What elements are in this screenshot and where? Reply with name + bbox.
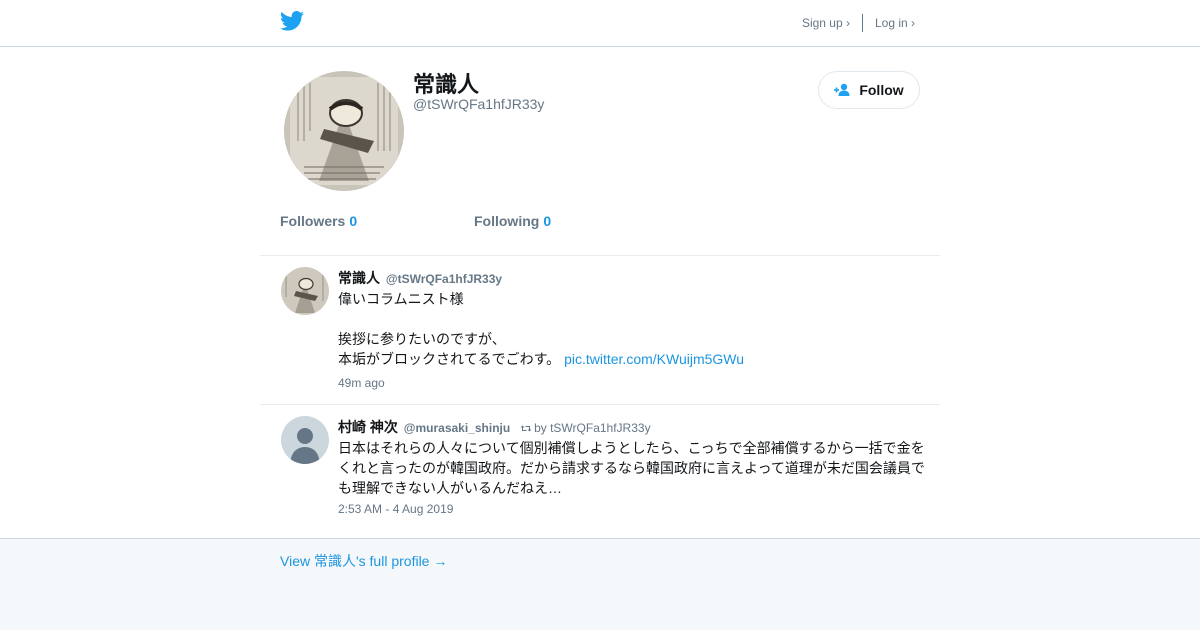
followers-label: Followers [280,213,346,229]
tweet-header: 常識人 @tSWrQFa1hfJR33y [338,268,502,288]
footer-divider [0,538,1200,539]
profile-avatar[interactable] [284,71,404,191]
tweet-text-line: 挨拶に参りたいのですが、 [338,331,506,347]
retweet-icon [520,425,532,432]
profile-card: 常識人 @tSWrQFa1hfJR33y Follow Followers 0 F… [0,47,1200,538]
tweet-item[interactable]: 常識人 @tSWrQFa1hfJR33y 偉いコラムニスト様 挨拶に参りたいので… [260,256,940,404]
login-link[interactable]: Log in › [875,16,915,30]
profile-name: 常識人 [413,72,480,97]
tweet-avatar[interactable] [281,267,329,315]
follow-button[interactable]: Follow [818,71,920,109]
twitter-bird-icon[interactable] [280,11,304,31]
tweet-text: 偉いコラムニスト様 挨拶に参りたいのですが、 本垢がブロックされてるでごわす。 … [338,289,930,369]
view-full-profile-link[interactable]: View 常識人's full profile → [280,551,447,571]
tweet-author-name[interactable]: 常識人 [338,270,380,286]
tweet-author-handle[interactable]: @murasaki_shinju [404,421,510,435]
followers-stat[interactable]: Followers 0 [280,213,357,229]
follow-button-label: Follow [859,82,904,98]
signup-link[interactable]: Sign up › [802,16,850,30]
following-stat[interactable]: Following 0 [474,213,551,229]
following-label: Following [474,213,540,229]
tweet-media-link[interactable]: pic.twitter.com/KWuijm5GWu [564,351,744,367]
followers-count: 0 [349,213,358,229]
tweet-avatar[interactable] [281,416,329,464]
add-user-icon [834,83,851,97]
tweet-author-name[interactable]: 村崎 神次 [338,419,398,435]
tweet-timestamp[interactable]: 49m ago [338,376,385,390]
nav-divider [861,14,863,32]
top-bar: Sign up › Log in › [0,0,1200,47]
tweet-text-line [338,309,930,329]
following-count: 0 [543,213,552,229]
tweet-author-handle[interactable]: @tSWrQFa1hfJR33y [386,272,502,286]
tweet-header: 村崎 神次 @murasaki_shinju by tSWrQFa1hfJR33… [338,417,651,437]
retweeted-by: by tSWrQFa1hfJR33y [534,421,651,435]
tweet-text-line: 本垢がブロックされてるでごわす。 [338,351,561,367]
top-nav: Sign up › Log in › [802,14,915,32]
tweet-timestamp[interactable]: 2:53 AM - 4 Aug 2019 [338,502,453,516]
tweet-item[interactable]: 村崎 神次 @murasaki_shinju by tSWrQFa1hfJR33… [260,405,940,538]
profile-handle: @tSWrQFa1hfJR33y [413,96,545,112]
tweet-text: 日本はそれらの人々について個別補償しようとしたら、こっちで全部補償するから一括で… [338,440,925,496]
tweet-text-line: 偉いコラムニスト様 [338,291,464,307]
retweet-indicator: by tSWrQFa1hfJR33y [520,421,651,435]
